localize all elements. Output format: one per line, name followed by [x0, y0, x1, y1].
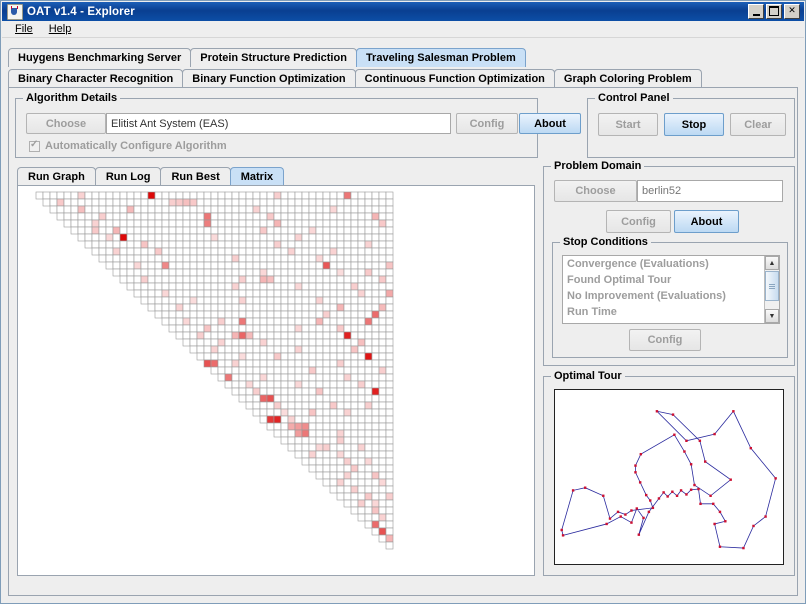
stop-conditions-legend: Stop Conditions [560, 236, 651, 248]
window-controls: ✕ [748, 4, 802, 19]
tab-graph-coloring-problem[interactable]: Graph Coloring Problem [553, 69, 702, 88]
list-item[interactable]: No Improvement (Evaluations) [563, 288, 779, 304]
tab-run-best[interactable]: Run Best [160, 167, 231, 186]
control-panel-group: Control Panel Start Stop Clear [587, 92, 795, 158]
algorithm-about-button[interactable]: About [519, 113, 581, 134]
maximize-button[interactable] [766, 4, 782, 19]
tab-run-graph[interactable]: Run Graph [17, 167, 96, 186]
list-item[interactable]: Found Optimal Tour [563, 272, 779, 288]
close-button[interactable]: ✕ [784, 4, 800, 19]
domain-choose-button[interactable]: Choose [554, 180, 637, 202]
tab-matrix[interactable]: Matrix [229, 167, 285, 186]
menu-help-label: Help [48, 23, 72, 35]
domain-about-button[interactable]: About [674, 210, 739, 233]
menu-help[interactable]: Help [41, 22, 80, 36]
stop-conditions-config-button[interactable]: Config [629, 329, 701, 351]
list-item[interactable]: Run Time [563, 304, 779, 320]
optimal-tour-canvas[interactable] [554, 389, 784, 565]
stop-button[interactable]: Stop [664, 113, 724, 136]
window-title: OAT v1.4 - Explorer [27, 5, 135, 18]
algorithm-details-legend: Algorithm Details [23, 92, 121, 104]
start-button[interactable]: Start [598, 113, 658, 136]
matrix-panel[interactable] [17, 185, 535, 576]
scroll-down-arrow-icon[interactable]: ▼ [765, 309, 779, 323]
tab-huygens-benchmarking-server[interactable]: Huygens Benchmarking Server [8, 48, 192, 67]
content-area: Huygens Benchmarking Server Protein Stru… [2, 39, 804, 602]
clear-button[interactable]: Clear [730, 113, 786, 136]
stop-conditions-scrollbar[interactable]: ▲ ▼ [764, 256, 779, 323]
java-coffee-cup-icon [7, 3, 23, 20]
stop-conditions-group: Stop Conditions Convergence (Evaluations… [552, 236, 788, 358]
tab-run-log[interactable]: Run Log [94, 167, 162, 186]
auto-configure-checkbox[interactable]: Automatically Configure Algorithm [29, 139, 227, 152]
problem-instance-field[interactable]: berlin52 [637, 180, 783, 202]
control-panel-legend: Control Panel [595, 92, 673, 104]
optimal-tour-group: Optimal Tour [543, 370, 795, 576]
problem-domain-group: Problem Domain Choose berlin52 Config Ab… [543, 160, 795, 366]
problem-domain-legend: Problem Domain [551, 160, 645, 172]
scroll-up-arrow-icon[interactable]: ▲ [765, 256, 779, 270]
auto-configure-label: Automatically Configure Algorithm [45, 140, 227, 152]
domain-config-button[interactable]: Config [606, 210, 671, 233]
pheromone-matrix [35, 191, 394, 550]
tour-plot [560, 410, 777, 550]
optimal-tour-legend: Optimal Tour [551, 370, 625, 382]
checkmark-icon [29, 139, 40, 152]
algorithm-choose-button[interactable]: Choose [26, 113, 106, 134]
view-tab-strip: Run Graph Run Log Run Best Matrix [17, 166, 285, 186]
algorithm-name-field[interactable]: Elitist Ant System (EAS) [106, 113, 451, 134]
tab-binary-character-recognition[interactable]: Binary Character Recognition [8, 69, 184, 88]
problem-tab-row-2: Binary Character Recognition Binary Func… [8, 68, 798, 88]
menu-file-label: File [15, 23, 33, 35]
algorithm-config-button[interactable]: Config [456, 113, 518, 134]
menu-bar: File Help [2, 21, 804, 38]
app-window: OAT v1.4 - Explorer ✕ File Help Huygens … [0, 0, 806, 604]
problem-tab-row-1: Huygens Benchmarking Server Protein Stru… [8, 47, 798, 67]
menu-file[interactable]: File [7, 22, 41, 36]
title-bar: OAT v1.4 - Explorer ✕ [2, 2, 804, 21]
tab-traveling-salesman-problem[interactable]: Traveling Salesman Problem [355, 48, 526, 67]
tab-binary-function-optimization[interactable]: Binary Function Optimization [182, 69, 356, 88]
list-item[interactable]: Convergence (Evaluations) [563, 256, 779, 272]
tab-protein-structure-prediction[interactable]: Protein Structure Prediction [190, 48, 357, 67]
minimize-button[interactable] [748, 4, 764, 19]
problem-tab-strip: Huygens Benchmarking Server Protein Stru… [8, 47, 798, 88]
stop-conditions-list[interactable]: Convergence (Evaluations) Found Optimal … [562, 255, 780, 324]
algorithm-details-group: Algorithm Details Choose Elitist Ant Sys… [15, 92, 581, 158]
tab-continuous-function-optimization[interactable]: Continuous Function Optimization [354, 69, 555, 88]
tsp-tab-pane: Algorithm Details Choose Elitist Ant Sys… [8, 87, 798, 596]
scrollbar-thumb[interactable] [765, 271, 779, 301]
